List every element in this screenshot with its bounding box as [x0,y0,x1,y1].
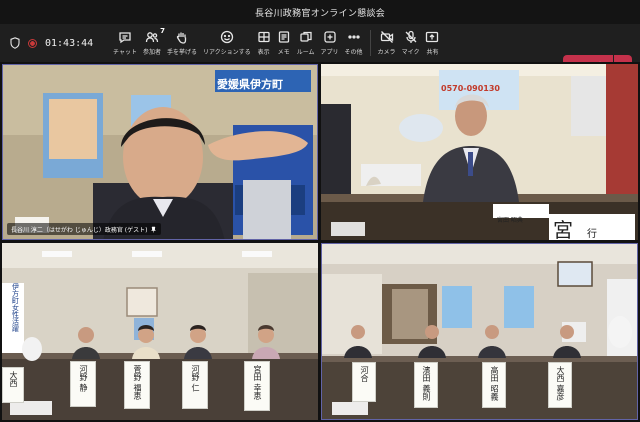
view-button[interactable]: 表示 [254,24,274,62]
rooms-icon [299,31,312,42]
meeting-toolbar: 01:43:44 チャット 7 参加者 手を挙げる リアクションする 表示 メモ [0,24,640,77]
video-tile-conference-room-a[interactable]: 伊方町女性活躍 大西 河野 静 菅野 福恵 河野 仁 宮田 幸恵 [2,243,318,420]
rooms-button[interactable]: ルーム [294,24,318,62]
pin-icon [151,226,157,232]
participants-button[interactable]: 7 参加者 [140,24,165,62]
title-bar: 長谷川政務官オンライン懇談会 [0,0,640,24]
chat-icon [119,32,131,44]
participant-name: 長谷川 淳二（はせがわ じゅんじ）政務官 (ゲスト) [11,226,148,234]
notes-icon [278,31,289,43]
more-button[interactable]: その他 [342,24,366,62]
camera-off-icon [380,31,393,43]
nameplate-0: 大西 [2,367,24,403]
window-title: 長谷川政務官オンライン懇談会 [254,8,386,19]
nameplate-4: 宮田 幸恵 [244,361,270,411]
react-button[interactable]: リアクションする [200,24,254,62]
nameplate-2: 高田 昭義 [482,362,506,408]
smiley-icon [220,30,233,44]
camera-button[interactable]: カメラ [375,24,399,62]
nameplate-1: 河野 静 [70,361,96,407]
apps-plus-icon [323,31,336,43]
video-grid: 愛媛県伊方町 長谷川 淳二（はせがわ じゅんじ）政務官 (ゲスト) 0570-0… [0,62,640,422]
more-dots-icon [347,35,360,39]
nameplate-0: 河合 [352,362,376,402]
nameplate-3: 河野 仁 [182,361,208,409]
banner-vertical: 伊方町女性活躍 [11,283,20,332]
nameplate-1: 濱田 義則 [414,362,438,408]
video-tile-hasegawa[interactable]: 愛媛県伊方町 長谷川 淳二（はせがわ じゅんじ）政務官 (ゲスト) [2,64,318,240]
poster-phone-number: 0570-090130 [441,84,500,93]
video-tile-office[interactable]: 0570-090130 宮田 昭典 宮 行 [321,64,638,240]
layout-icon [258,31,270,43]
video-frame [2,243,318,420]
recording-icon [28,38,37,48]
nameplate-small: 宮田 昭典 [497,217,523,224]
shield-icon [10,37,20,49]
nameplate-3: 大西 嘉彦 [548,362,572,408]
hand-icon [176,32,187,44]
poster-town-name: 愛媛県伊方町 [217,78,283,91]
meeting-timer: 01:43:44 [45,37,94,49]
chat-button[interactable]: チャット [110,24,140,62]
notes-button[interactable]: メモ [274,24,294,62]
mic-button[interactable]: マイク [399,24,423,62]
share-icon [426,31,439,43]
participants-count: 7 [160,27,165,35]
nameplate-large: 宮 行 [553,218,597,240]
participant-name-tag: 長谷川 淳二（はせがわ じゅんじ）政務官 (ゲスト) [7,223,162,235]
people-icon [145,32,159,43]
nameplate-2: 菅野 福恵 [124,361,150,409]
share-button[interactable]: 共有 [422,24,442,62]
meeting-status: 01:43:44 [0,37,110,49]
mic-off-icon [405,30,416,43]
toolbar-divider [369,30,371,56]
apps-button[interactable]: アプリ [318,24,342,62]
video-tile-conference-room-b[interactable]: 河合 濱田 義則 高田 昭義 大西 嘉彦 [321,243,638,420]
raise-hand-button[interactable]: 手を挙げる [164,24,200,62]
